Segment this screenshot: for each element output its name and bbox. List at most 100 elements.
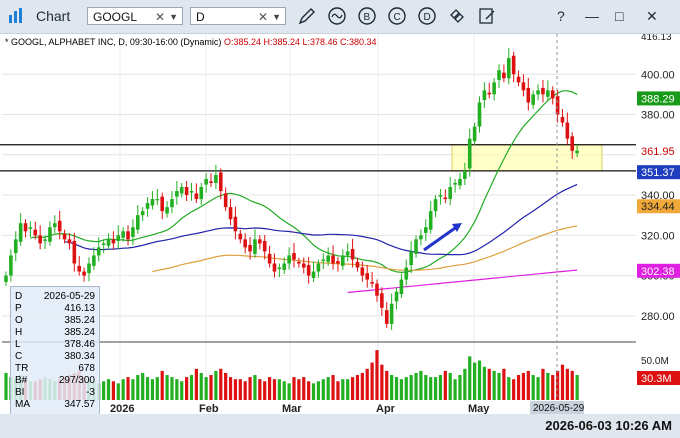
candle-body [380,293,384,308]
data-window-row: BI -3 [15,387,95,398]
volume-bar [228,377,233,400]
candle-body [131,227,135,237]
candle-body [77,265,82,272]
candle-body [311,271,316,278]
candle-body [526,87,531,103]
cursor-date-label: 2026-05-29 [533,403,585,414]
clear-symbol-icon[interactable]: ✕ [155,8,165,26]
volume-bar [102,381,106,400]
volume-bar [414,372,418,400]
data-window-row: H 385.24 [15,327,95,338]
candle-body [287,255,291,264]
candle-body [184,187,189,196]
volume-bar [258,379,262,400]
price-axis-label: 400.00 [641,69,675,81]
volume-bar [175,379,179,400]
volume-bar [155,377,159,400]
candle-body [96,247,101,256]
price-axis-label: 416.13 [641,34,672,43]
volume-bar [355,375,360,400]
candle-body [23,223,28,232]
volume-axis-label: 50.0M [641,356,669,367]
clear-interval-icon[interactable]: ✕ [258,8,268,26]
close-button[interactable]: ✕ [646,8,658,25]
candle-body [541,87,545,95]
chevron-down-icon[interactable]: ▼ [169,8,178,26]
ma20-label: 388.29 [641,93,675,105]
volume-bar [350,377,355,400]
svg-text:C: C [394,12,401,23]
candle-body [355,261,360,268]
volume-bar [531,375,535,400]
chart-area[interactable]: 400.00380.00340.00320.00300.00280.00416.… [0,34,680,414]
last-price-label: 361.95 [641,146,675,158]
volume-bar [267,377,272,400]
candle-body [531,94,535,105]
volume-bar [429,377,433,400]
draw-pen-icon[interactable] [296,5,318,27]
interval-combo[interactable]: D ✕ ▼ [190,7,286,25]
volume-bar [516,375,521,400]
volume-bar [194,368,198,400]
candle-body [223,193,228,208]
candle-body [458,178,462,186]
candle-body [135,215,140,230]
candle-body [306,265,311,276]
data-window-row: C 380.34 [15,351,95,362]
candle-body [28,227,33,229]
data-window: D 2026-05-29 P 416.13 O 385.24 H 385.24 L 378.46 C… [10,286,100,416]
time-axis-label: Feb [199,403,219,414]
study-c-icon[interactable]: C [386,5,408,27]
volume-bar [385,370,389,400]
candle-body [433,199,438,212]
candle-body [9,255,13,276]
candle-body [72,240,77,264]
candle-body [463,170,467,179]
svg-text:B: B [364,12,371,23]
chevron-down-icon[interactable]: ▼ [272,8,281,26]
volume-bar [536,377,540,400]
volume-bar [248,377,252,400]
sync-link-icon[interactable] [446,5,468,27]
candle-body [258,239,262,244]
candle-body [243,239,247,248]
data-window-value: 380.34 [64,351,95,362]
candle-body [248,244,252,252]
notes-edit-icon[interactable] [476,5,498,27]
volume-bar [282,381,286,400]
symbol-description: * GOOGL, ALPHABET INC, D, 09:30-16:00 (D… [5,37,222,47]
volume-bar [209,375,213,400]
minimize-button[interactable]: — [585,8,599,24]
volume-bar [551,375,555,400]
data-window-value: 385.24 [64,327,95,338]
volume-bar [482,366,486,400]
candle-body [516,76,521,83]
help-button[interactable]: ? [557,8,565,24]
candle-body [101,243,106,245]
volume-bar [473,362,477,400]
candle-body [38,235,42,244]
data-window-key: H [15,327,23,338]
candle-body [228,207,233,220]
study-b-icon[interactable]: B [356,5,378,27]
ma100-label: 334.44 [641,201,675,213]
candle-body [321,259,326,262]
study-d-icon[interactable]: D [416,5,438,27]
window-title: Chart [36,8,71,24]
volume-bar [570,370,574,400]
volume-bar [321,379,325,400]
price-chart[interactable]: 400.00380.00340.00320.00300.00280.00416.… [0,34,680,414]
price-axis-label: 280.00 [641,311,675,323]
candle-body [277,267,282,270]
candle-body [575,150,579,154]
maximize-button[interactable]: □ [615,8,623,24]
indicator-wave-icon[interactable] [326,5,348,27]
volume-bar [165,375,169,400]
candle-body [467,138,472,169]
candle-body [448,187,453,200]
symbol-combo[interactable]: GOOGL ✕ ▼ [87,7,183,25]
data-window-value: 378.46 [64,339,95,350]
data-window-value: 385.24 [64,315,95,326]
candle-body [370,282,374,284]
volume-bar [199,372,203,400]
